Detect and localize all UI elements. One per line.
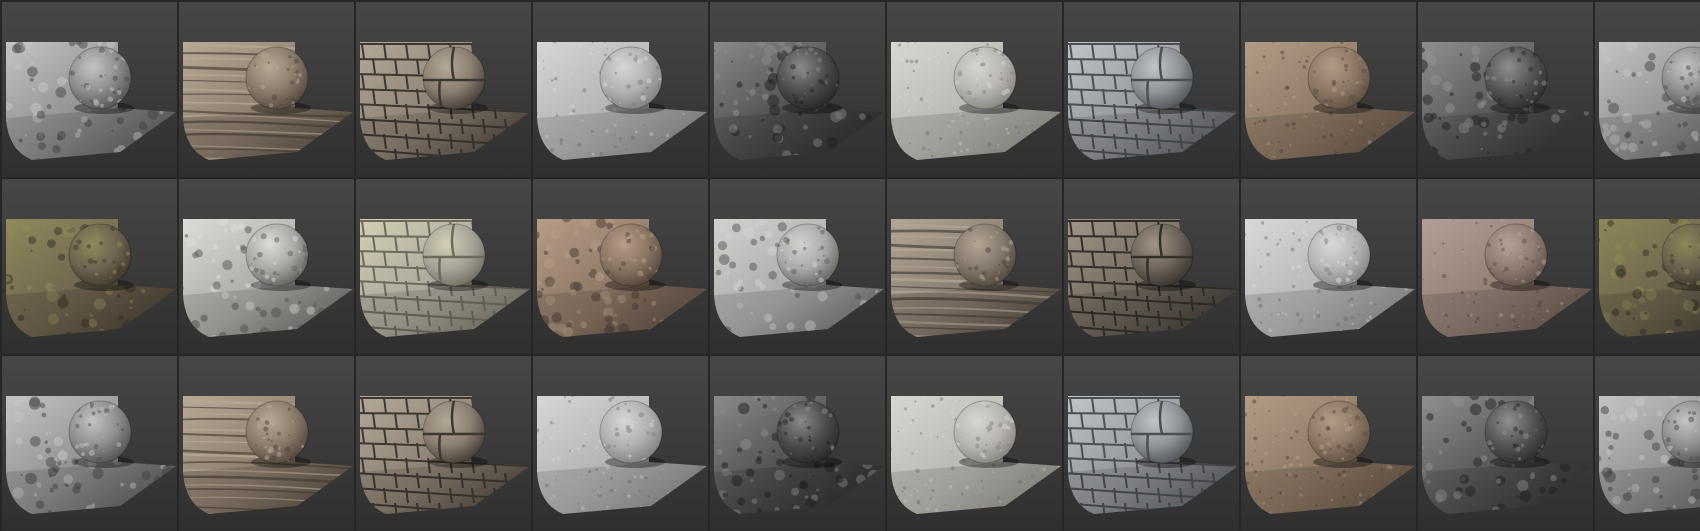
material-thumbnail[interactable] <box>531 354 708 531</box>
material-swatch-icon <box>885 354 1062 531</box>
material-thumbnail[interactable] <box>1062 354 1239 531</box>
material-swatch-icon <box>708 177 885 354</box>
material-thumbnail[interactable] <box>354 354 531 531</box>
material-swatch-icon <box>708 0 885 177</box>
material-thumbnail[interactable] <box>885 177 1062 354</box>
material-swatch-icon <box>177 177 354 354</box>
material-swatch-icon <box>1416 177 1593 354</box>
material-swatch-icon <box>177 0 354 177</box>
material-thumbnail[interactable] <box>1593 354 1700 531</box>
material-preview-grid <box>0 0 1700 500</box>
material-thumbnail[interactable] <box>0 177 177 354</box>
material-swatch-icon <box>1593 0 1700 177</box>
material-swatch-icon <box>1593 354 1700 531</box>
material-thumbnail[interactable] <box>531 177 708 354</box>
material-thumbnail[interactable] <box>1416 177 1593 354</box>
material-thumbnail[interactable] <box>1416 354 1593 531</box>
material-swatch-icon <box>708 354 885 531</box>
material-swatch-icon <box>1062 354 1239 531</box>
material-thumbnail[interactable] <box>354 0 531 177</box>
material-swatch-icon <box>1062 0 1239 177</box>
material-swatch-icon <box>1593 177 1700 354</box>
material-swatch-icon <box>531 177 708 354</box>
material-thumbnail[interactable] <box>1239 177 1416 354</box>
material-thumbnail[interactable] <box>177 0 354 177</box>
material-swatch-icon <box>531 354 708 531</box>
material-thumbnail[interactable] <box>708 0 885 177</box>
material-thumbnail[interactable] <box>1593 0 1700 177</box>
material-thumbnail[interactable] <box>1239 0 1416 177</box>
material-thumbnail[interactable] <box>531 0 708 177</box>
material-thumbnail[interactable] <box>708 177 885 354</box>
material-thumbnail[interactable] <box>1062 177 1239 354</box>
material-swatch-icon <box>354 0 531 177</box>
material-swatch-icon <box>1239 0 1416 177</box>
material-swatch-icon <box>1416 0 1593 177</box>
material-swatch-icon <box>1239 354 1416 531</box>
material-swatch-icon <box>885 0 1062 177</box>
material-swatch-icon <box>885 177 1062 354</box>
material-thumbnail[interactable] <box>885 0 1062 177</box>
material-thumbnail[interactable] <box>1593 177 1700 354</box>
material-thumbnail[interactable] <box>0 0 177 177</box>
material-thumbnail[interactable] <box>885 354 1062 531</box>
material-thumbnail[interactable] <box>177 177 354 354</box>
material-thumbnail[interactable] <box>1062 0 1239 177</box>
material-swatch-icon <box>1062 177 1239 354</box>
material-thumbnail[interactable] <box>1239 354 1416 531</box>
material-swatch-icon <box>531 0 708 177</box>
material-thumbnail[interactable] <box>177 354 354 531</box>
material-thumbnail[interactable] <box>0 354 177 531</box>
material-swatch-icon <box>354 354 531 531</box>
material-thumbnail[interactable] <box>1416 0 1593 177</box>
material-swatch-icon <box>1239 177 1416 354</box>
material-thumbnail[interactable] <box>708 354 885 531</box>
material-swatch-icon <box>177 354 354 531</box>
material-swatch-icon <box>0 177 177 354</box>
material-swatch-icon <box>0 0 177 177</box>
material-swatch-icon <box>354 177 531 354</box>
material-swatch-icon <box>1416 354 1593 531</box>
material-swatch-icon <box>0 354 177 531</box>
material-thumbnail[interactable] <box>354 177 531 354</box>
